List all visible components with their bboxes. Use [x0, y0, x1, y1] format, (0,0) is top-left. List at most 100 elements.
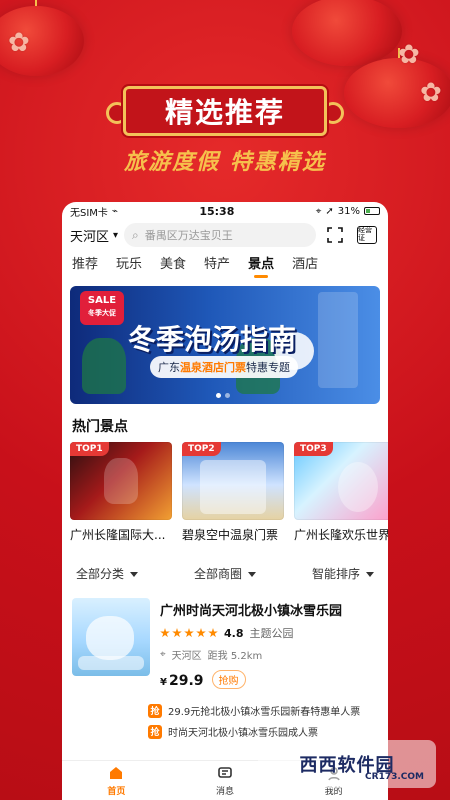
top-badge: TOP1 — [70, 442, 109, 456]
hero-title: 冬季泡汤指南 — [128, 323, 297, 356]
tab-recommend[interactable]: 推荐 — [72, 253, 98, 278]
price-currency: ¥ — [160, 677, 167, 688]
listing-thumbnail — [72, 598, 150, 676]
scan-icon — [327, 227, 343, 243]
search-row: 天河区 ▾ ⌕ 番禺区万达宝贝王 经营证 — [62, 220, 388, 250]
offer-item[interactable]: 抢 29.9元抢北极小镇冰雪乐园新春特惠单人票 — [148, 703, 378, 718]
filter-label: 全部商圈 — [193, 567, 242, 581]
listing-location-row: ⌖ 天河区 距我 5.2km — [160, 647, 378, 662]
hero-decor — [82, 338, 126, 394]
image-decor — [200, 460, 266, 514]
star-icon — [160, 628, 170, 638]
message-icon — [216, 764, 234, 782]
tab-specialty[interactable]: 特产 — [204, 253, 230, 278]
city-selector[interactable]: 天河区 ▾ — [70, 226, 118, 245]
star-icon — [208, 628, 218, 638]
hot-attraction-card[interactable]: TOP3 广州长隆欢乐世界 — [294, 442, 388, 543]
caret-down-icon — [365, 572, 374, 577]
search-placeholder: 番禺区万达宝贝王 — [144, 229, 233, 242]
image-decor — [104, 458, 138, 504]
listing-offers: 抢 29.9元抢北极小镇冰雪乐园新春特惠单人票 抢 时尚天河北极小镇冰雪乐园成人… — [148, 703, 378, 739]
battery-percent: 31% — [337, 205, 360, 217]
home-icon — [107, 764, 125, 782]
promo-title-box: 精选推荐 — [123, 86, 327, 136]
carousel-dots — [216, 393, 230, 398]
hot-attraction-card[interactable]: TOP2 碧泉空中温泉门票 — [182, 442, 284, 543]
sale-badge-top: SALE — [87, 295, 117, 306]
filters-bar: 全部分类 全部商圈 智能排序 — [62, 565, 388, 582]
arrow-icon: ➚ — [325, 205, 334, 217]
plum-blossom-decoration: ✿ — [8, 28, 30, 58]
status-time: 15:38 — [199, 204, 235, 218]
nav-messages[interactable]: 消息 — [216, 764, 234, 797]
tab-play[interactable]: 玩乐 — [116, 253, 142, 278]
listing-price-row: ¥29.9 抢购 — [160, 670, 378, 689]
carrier-label: 无SIM卡 — [70, 207, 108, 219]
location-pin-icon: ⌖ — [160, 649, 166, 660]
promo-title: 精选推荐 — [164, 96, 285, 129]
star-icon — [184, 628, 194, 638]
image-decor — [338, 462, 378, 512]
watermark: 西西软件园 CR173.COM — [258, 740, 436, 788]
offer-text: 时尚天河北极小镇冰雪乐园成人票 — [168, 728, 318, 739]
nav-home[interactable]: 首页 — [107, 764, 125, 797]
phone-screenshot: 无SIM卡 ⌁ 15:38 ⌖ ➚ 31% 天河区 ▾ ⌕ 番禺区万达宝贝王 经… — [62, 202, 388, 800]
hot-attractions-row: TOP1 广州长隆国际大... TOP2 碧泉空中温泉门票 TOP3 广州长隆欢… — [62, 442, 388, 543]
watermark-url: CR173.COM — [365, 772, 424, 782]
filter-label: 智能排序 — [311, 567, 360, 581]
hero-banner[interactable]: SALE 冬季大促 冬季泡汤指南 广东温泉酒店门票特惠专题 — [70, 286, 380, 404]
listing-price: ¥29.9 — [160, 670, 204, 689]
license-button[interactable]: 经营证 — [354, 222, 380, 248]
carousel-dot[interactable] — [216, 393, 221, 398]
rating-stars — [160, 628, 218, 638]
filter-district[interactable]: 全部商圈 — [194, 565, 256, 582]
location-icon: ⌖ — [315, 205, 322, 217]
filter-category[interactable]: 全部分类 — [76, 565, 139, 582]
tab-hotel[interactable]: 酒店 — [292, 253, 318, 278]
promo-banner: 精选推荐 — [0, 80, 450, 140]
tab-attractions[interactable]: 景点 — [248, 253, 274, 278]
category-tabs: 推荐 玩乐 美食 特产 景点 酒店 — [62, 250, 388, 278]
listing-tag[interactable]: 抢购 — [211, 670, 246, 689]
hero-subtitle-prefix: 广东 — [158, 361, 180, 374]
city-label: 天河区 — [70, 229, 110, 245]
rating-score: 4.8 — [224, 626, 244, 640]
status-bar: 无SIM卡 ⌁ 15:38 ⌖ ➚ 31% — [62, 202, 388, 220]
hot-attraction-image: TOP2 — [182, 442, 284, 520]
hero-subtitle-highlight: 温泉酒店门票 — [180, 361, 246, 374]
listing-item[interactable]: 广州时尚天河北极小镇冰雪乐园 4.8 主题公园 ⌖ 天河区 距我 5.2km ¥… — [62, 598, 388, 689]
offer-item[interactable]: 抢 时尚天河北极小镇冰雪乐园成人票 — [148, 724, 378, 739]
hot-attraction-name: 广州长隆国际大... — [70, 528, 166, 542]
top-badge: TOP3 — [294, 442, 333, 456]
sale-badge-bottom: 冬季大促 — [88, 309, 116, 317]
filter-label: 全部分类 — [76, 567, 125, 581]
nav-label: 首页 — [107, 787, 126, 797]
nav-label: 消息 — [215, 787, 234, 797]
star-icon — [172, 628, 182, 638]
listing-info: 广州时尚天河北极小镇冰雪乐园 4.8 主题公园 ⌖ 天河区 距我 5.2km ¥… — [160, 598, 378, 689]
hot-attraction-name: 广州长隆欢乐世界 — [294, 528, 388, 542]
image-decor — [86, 616, 134, 660]
filter-sort[interactable]: 智能排序 — [312, 565, 374, 582]
search-icon: ⌕ — [132, 227, 139, 242]
listing-rating-row: 4.8 主题公园 — [160, 625, 378, 641]
search-bar[interactable]: ⌕ 番禺区万达宝贝王 — [124, 223, 316, 247]
offer-badge: 抢 — [148, 724, 162, 739]
hot-attraction-card[interactable]: TOP1 广州长隆国际大... — [70, 442, 172, 543]
license-label: 经营证 — [358, 226, 372, 242]
carrier: 无SIM卡 ⌁ — [70, 204, 118, 219]
hero-subtitle-suffix: 特惠专题 — [246, 361, 290, 374]
hot-attraction-image: TOP1 — [70, 442, 172, 520]
tab-food[interactable]: 美食 — [160, 253, 186, 278]
carousel-dot[interactable] — [225, 393, 230, 398]
image-decor — [78, 656, 144, 670]
hot-attraction-name: 碧泉空中温泉门票 — [182, 528, 279, 542]
scan-button[interactable] — [322, 222, 348, 248]
license-icon: 经营证 — [357, 226, 377, 244]
listing-district: 天河区 — [171, 651, 202, 662]
caret-down-icon — [248, 572, 256, 577]
status-right: ⌖ ➚ 31% — [316, 206, 380, 217]
hero-decor — [318, 292, 358, 388]
battery-icon — [364, 207, 380, 215]
listing-category: 主题公园 — [249, 627, 294, 640]
